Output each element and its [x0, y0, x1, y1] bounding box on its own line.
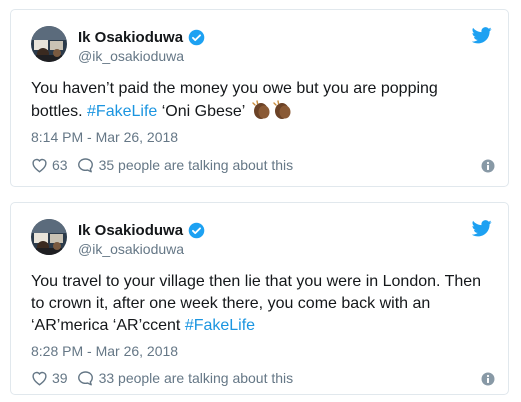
talking-about-link[interactable]: 33 people are talking about this [99, 370, 294, 386]
like-count[interactable]: 63 [52, 157, 68, 173]
verified-badge-icon [188, 222, 205, 239]
twitter-bird-icon[interactable] [472, 220, 492, 237]
tweet-actions: 39 33 people are talking about this [31, 370, 293, 386]
hashtag-link[interactable]: #FakeLife [185, 317, 255, 334]
heart-icon[interactable] [31, 157, 48, 173]
info-icon[interactable] [481, 159, 495, 173]
heart-icon[interactable] [31, 370, 48, 386]
tweet-actions: 63 35 people are talking about this [31, 157, 293, 173]
tweet-text-part: ‘Oni Gbese’ [157, 103, 250, 120]
clapping-hands-emoji [251, 100, 295, 127]
hashtag-link[interactable]: #FakeLife [87, 103, 157, 120]
user-handle[interactable]: @ik_osakioduwa [78, 48, 184, 64]
tweet-timestamp[interactable]: 8:14 PM - Mar 26, 2018 [31, 129, 178, 145]
display-name[interactable]: Ik Osakioduwa [78, 29, 183, 46]
tweet-card[interactable]: Ik Osakioduwa @ik_osakioduwa You haven’t… [10, 9, 509, 187]
info-icon[interactable] [481, 372, 495, 386]
twitter-bird-icon[interactable] [472, 27, 492, 44]
tweet-timestamp[interactable]: 8:28 PM - Mar 26, 2018 [31, 343, 178, 359]
user-handle[interactable]: @ik_osakioduwa [78, 241, 184, 257]
tweet-text-part: You travel to your village then lie that… [31, 273, 482, 334]
tweet-text: You haven’t paid the money you owe but y… [31, 78, 486, 127]
avatar[interactable] [31, 26, 67, 62]
avatar[interactable] [31, 219, 67, 255]
tweet-text: You travel to your village then lie that… [31, 271, 486, 337]
like-count[interactable]: 39 [52, 370, 68, 386]
display-name[interactable]: Ik Osakioduwa [78, 222, 183, 239]
verified-badge-icon [188, 29, 205, 46]
comment-icon[interactable] [77, 157, 94, 173]
talking-about-link[interactable]: 35 people are talking about this [99, 157, 294, 173]
comment-icon[interactable] [77, 370, 94, 386]
tweet-card[interactable]: Ik Osakioduwa @ik_osakioduwa You travel … [10, 202, 509, 395]
